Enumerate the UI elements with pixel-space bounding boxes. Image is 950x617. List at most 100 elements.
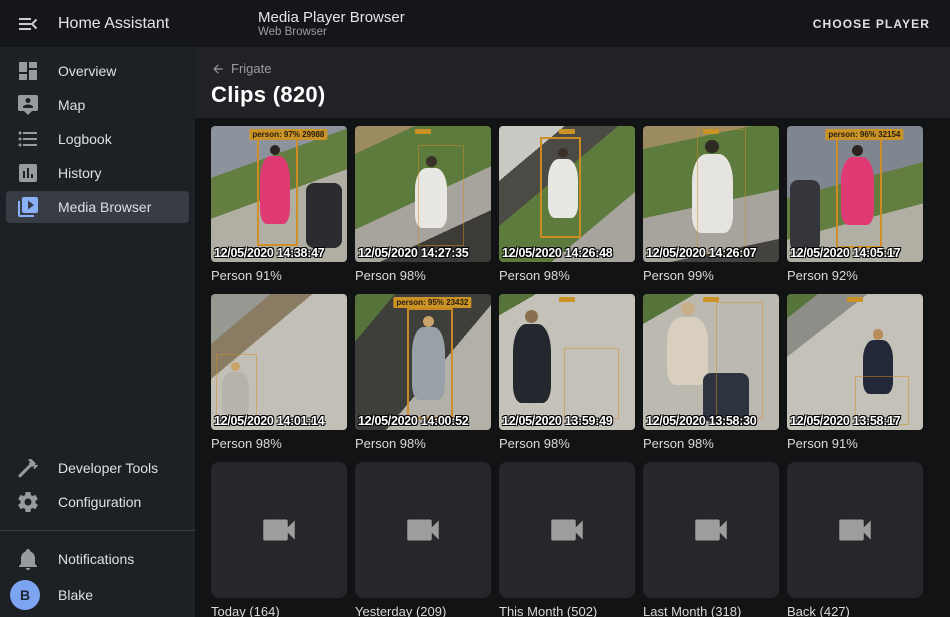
clip-tile[interactable]: person: 97% 29988 12/05/2020 14:38:47 Pe… xyxy=(211,126,347,283)
format-list-bulleted-icon xyxy=(16,127,40,151)
detection-label xyxy=(703,297,719,302)
sidebar-item-label: Developer Tools xyxy=(58,460,158,476)
clip-caption: Person 98% xyxy=(355,268,491,283)
clip-tile[interactable]: 12/05/2020 13:58:30 Person 98% xyxy=(643,294,779,451)
sidebar-item-label: History xyxy=(58,165,102,181)
clip-thumbnail: 12/05/2020 13:58:17 xyxy=(787,294,923,430)
clip-thumbnail: 12/05/2020 14:26:07 xyxy=(643,126,779,262)
sidebar-item-overview[interactable]: Overview xyxy=(6,55,189,87)
clip-timestamp: 12/05/2020 14:26:48 xyxy=(502,246,612,260)
person-silhouette xyxy=(667,302,708,392)
sidebar-item-history[interactable]: History xyxy=(6,157,189,189)
folder-tile[interactable]: Last Month (318) xyxy=(643,462,779,617)
clips-grid: person: 97% 29988 12/05/2020 14:38:47 Pe… xyxy=(211,126,934,617)
sidebar-item-label: Logbook xyxy=(58,131,112,147)
folder-caption: Yesterday (209) xyxy=(355,604,491,617)
detection-label xyxy=(703,129,719,134)
clip-tile[interactable]: 12/05/2020 14:26:48 Person 98% xyxy=(499,126,635,283)
sidebar-item-map[interactable]: Map xyxy=(6,89,189,121)
clip-tile[interactable]: 12/05/2020 13:59:49 Person 98% xyxy=(499,294,635,451)
clip-thumbnail: 12/05/2020 13:59:49 xyxy=(499,294,635,430)
clip-caption: Person 98% xyxy=(643,436,779,451)
detection-box xyxy=(418,145,464,246)
tooltip-account-icon xyxy=(16,93,40,117)
breadcrumb-back[interactable]: Frigate xyxy=(211,61,271,76)
clip-tile[interactable]: person: 95% 23432 12/05/2020 14:00:52 Pe… xyxy=(355,294,491,451)
back-arrow-icon xyxy=(211,62,225,76)
detection-box xyxy=(836,134,882,248)
clip-thumbnail: 12/05/2020 13:58:30 xyxy=(643,294,779,430)
clip-timestamp: 12/05/2020 13:58:17 xyxy=(790,414,900,428)
folder-caption: This Month (502) xyxy=(499,604,635,617)
breadcrumb-label: Frigate xyxy=(231,61,271,76)
sidebar-item-label: Map xyxy=(58,97,85,113)
video-icon xyxy=(690,509,732,551)
clip-tile[interactable]: 12/05/2020 14:26:07 Person 99% xyxy=(643,126,779,283)
detection-label xyxy=(415,129,431,134)
sidebar-toggle-icon[interactable] xyxy=(16,12,40,36)
clip-thumbnail: person: 97% 29988 12/05/2020 14:38:47 xyxy=(211,126,347,262)
folder-thumbnail xyxy=(787,462,923,598)
person-body xyxy=(513,324,551,403)
detection-box xyxy=(540,137,581,238)
sidebar-item-media-browser[interactable]: Media Browser xyxy=(6,191,189,223)
clip-thumbnail: 12/05/2020 14:27:35 xyxy=(355,126,491,262)
view-dashboard-icon xyxy=(16,59,40,83)
folder-tile[interactable]: This Month (502) xyxy=(499,462,635,617)
cog-icon xyxy=(16,490,40,514)
chart-box-icon xyxy=(16,161,40,185)
clip-caption: Person 99% xyxy=(643,268,779,283)
sidebar-item-profile[interactable]: B Blake xyxy=(6,579,189,611)
folder-tile[interactable]: Today (164) xyxy=(211,462,347,617)
sidebar-item-configuration[interactable]: Configuration xyxy=(6,486,189,518)
clip-tile[interactable]: 12/05/2020 14:27:35 Person 98% xyxy=(355,126,491,283)
person-head xyxy=(525,310,538,323)
object-silhouette xyxy=(306,183,341,248)
clip-caption: Person 91% xyxy=(211,268,347,283)
folder-tile[interactable]: Back (427) xyxy=(787,462,923,617)
detection-label: person: 97% 29988 xyxy=(249,129,327,140)
video-icon xyxy=(834,509,876,551)
clip-tile[interactable]: 12/05/2020 14:01:14 Person 98% xyxy=(211,294,347,451)
folder-thumbnail xyxy=(355,462,491,598)
detection-box xyxy=(216,354,257,422)
sidebar-item-notifications[interactable]: Notifications xyxy=(6,543,189,575)
clip-thumbnail: 12/05/2020 14:26:48 xyxy=(499,126,635,262)
detection-box xyxy=(716,302,762,419)
person-head xyxy=(681,302,695,316)
folder-tile[interactable]: Yesterday (209) xyxy=(355,462,491,617)
sidebar-item-developer-tools[interactable]: Developer Tools xyxy=(6,452,189,484)
content-app-bar: Media Player Browser Web Browser CHOOSE … xyxy=(195,0,950,47)
clip-tile[interactable]: person: 96% 32154 12/05/2020 14:05:17 Pe… xyxy=(787,126,923,283)
sidebar-item-label: Overview xyxy=(58,63,116,79)
choose-player-button[interactable]: CHOOSE PLAYER xyxy=(807,9,936,39)
object-silhouette xyxy=(790,180,820,251)
media-grid-area: person: 97% 29988 12/05/2020 14:38:47 Pe… xyxy=(195,118,950,617)
clip-timestamp: 12/05/2020 14:05:17 xyxy=(790,246,900,260)
clip-timestamp: 12/05/2020 14:38:47 xyxy=(214,246,324,260)
sidebar-bottom-nav: Developer Tools Configuration xyxy=(0,450,195,520)
video-icon xyxy=(402,509,444,551)
detection-label xyxy=(559,297,575,302)
clip-thumbnail: 12/05/2020 14:01:14 xyxy=(211,294,347,430)
sidebar-divider xyxy=(0,530,195,531)
person-silhouette xyxy=(513,310,551,413)
folder-caption: Last Month (318) xyxy=(643,604,779,617)
sidebar-item-logbook[interactable]: Logbook xyxy=(6,123,189,155)
video-icon xyxy=(258,509,300,551)
detection-label: person: 96% 32154 xyxy=(825,129,903,140)
clip-timestamp: 12/05/2020 14:00:52 xyxy=(358,414,468,428)
clip-timestamp: 12/05/2020 14:01:14 xyxy=(214,414,324,428)
sidebar: Overview Map Logbook History Media Brows… xyxy=(0,47,195,617)
page-subtitle: Web Browser xyxy=(258,26,405,39)
clip-thumbnail: person: 96% 32154 12/05/2020 14:05:17 xyxy=(787,126,923,262)
folder-thumbnail xyxy=(499,462,635,598)
hammer-icon xyxy=(16,456,40,480)
page-titles: Media Player Browser Web Browser xyxy=(195,9,405,39)
avatar: B xyxy=(10,580,40,610)
clip-tile[interactable]: 12/05/2020 13:58:17 Person 91% xyxy=(787,294,923,451)
user-name: Blake xyxy=(58,587,93,603)
detection-label: person: 95% 23432 xyxy=(393,297,471,308)
detection-box xyxy=(697,129,746,254)
clip-thumbnail: person: 95% 23432 12/05/2020 14:00:52 xyxy=(355,294,491,430)
